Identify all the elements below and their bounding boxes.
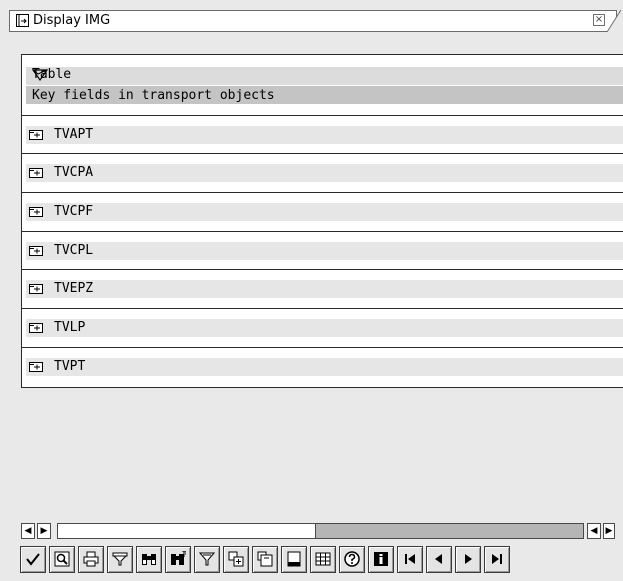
help-icon — [344, 551, 360, 567]
tree-header-description: Key fields in transport objects — [32, 88, 275, 103]
expand-node-icon[interactable] — [29, 283, 43, 294]
filter-icon — [112, 552, 128, 566]
close-icon: × — [594, 14, 604, 25]
first-page-button[interactable] — [397, 546, 423, 573]
find-button[interactable] — [49, 546, 75, 573]
table-icon — [315, 552, 331, 566]
scroll-left-button[interactable]: ◀ — [21, 523, 35, 539]
display-img-window: Display IMG × TVAPT TVCPA TVCPF TVCPL TV… — [0, 0, 623, 581]
expand-node-icon[interactable] — [29, 245, 43, 256]
next-page-icon — [465, 554, 472, 564]
save-button[interactable] — [281, 546, 307, 573]
scroll-left-button-2[interactable]: ◀ — [587, 523, 601, 539]
collapse-subtree-icon — [257, 551, 273, 567]
tree-node-label: TVAPT — [54, 127, 94, 142]
scroll-left-icon: ◀ — [590, 526, 598, 536]
close-button[interactable]: × — [593, 14, 605, 26]
tree-node-label: TVEPZ — [54, 281, 94, 296]
check-icon — [26, 553, 40, 566]
tree-node-label: TVCPA — [54, 165, 94, 180]
find-binoculars-icon — [142, 554, 156, 565]
tree-node-label: TVPT — [54, 359, 86, 374]
tree-header-title: Table — [32, 67, 72, 82]
next-page-button[interactable] — [455, 546, 481, 573]
tree-node-row[interactable]: TVCPF — [22, 192, 623, 230]
find-binoculars-button[interactable] — [136, 546, 162, 573]
last-page-button[interactable] — [484, 546, 510, 573]
scrollbar-thumb[interactable] — [58, 524, 316, 538]
find-icon — [54, 551, 70, 567]
print-button[interactable] — [78, 546, 104, 573]
scroll-right-button[interactable]: ▶ — [37, 523, 51, 539]
tree-node-row[interactable]: TVPT — [22, 347, 623, 385]
tree-node-row[interactable]: TVCPA — [22, 153, 623, 191]
help-button[interactable] — [339, 546, 365, 573]
row-band — [26, 164, 623, 182]
tree-node-row[interactable]: TVEPZ — [22, 269, 623, 307]
expand-subtree-icon — [228, 551, 244, 567]
expand-node-icon[interactable] — [29, 167, 43, 178]
info-icon — [374, 552, 388, 566]
save-icon — [287, 551, 301, 567]
tree-node-label: TVCPL — [54, 243, 94, 258]
title-bar: Display IMG × — [9, 10, 621, 32]
bottom-toolbar — [20, 546, 620, 576]
expand-node-icon[interactable] — [29, 322, 43, 333]
set-filter-button[interactable] — [194, 546, 220, 573]
expand-node-icon[interactable] — [29, 129, 43, 140]
find-next-button[interactable] — [165, 546, 191, 573]
scroll-left-icon: ◀ — [24, 526, 32, 536]
row-band — [26, 280, 623, 298]
tree-node-label: TVCPF — [54, 204, 94, 219]
row-band — [26, 319, 623, 337]
table-button[interactable] — [310, 546, 336, 573]
print-icon — [83, 551, 99, 567]
expand-node-icon[interactable] — [29, 361, 43, 372]
scrollbar-track[interactable] — [57, 523, 584, 539]
row-band — [26, 203, 623, 221]
scroll-right-button-2[interactable]: ▶ — [603, 523, 615, 539]
window-title: Display IMG — [33, 13, 111, 28]
find-next-icon — [171, 551, 186, 565]
row-divider — [22, 387, 623, 388]
set-filter-icon — [199, 552, 215, 566]
info-button[interactable] — [368, 546, 394, 573]
tree-panel: TVAPT TVCPA TVCPF TVCPL TVEPZ TVLP TVPT — [21, 54, 623, 388]
horizontal-scrollbar[interactable]: ◀ ▶ ◀ ▶ — [21, 523, 623, 540]
expand-node-icon[interactable] — [29, 206, 43, 217]
previous-page-icon — [435, 554, 442, 564]
scroll-right-icon: ▶ — [40, 526, 48, 536]
row-band — [26, 242, 623, 260]
expand-subtree-button[interactable] — [223, 546, 249, 573]
header-band-top — [26, 67, 623, 85]
tree-node-label: TVLP — [54, 320, 86, 335]
row-band — [26, 126, 623, 144]
collapse-subtree-button[interactable] — [252, 546, 278, 573]
title-corner-decoration — [607, 10, 621, 32]
tree-node-row[interactable]: TVAPT — [22, 115, 623, 153]
last-page-icon — [492, 554, 502, 564]
window-icon — [16, 14, 29, 27]
previous-page-button[interactable] — [426, 546, 452, 573]
check-button[interactable] — [20, 546, 46, 573]
tree-node-row[interactable]: TVCPL — [22, 231, 623, 269]
tree-node-row[interactable]: TVLP — [22, 308, 623, 346]
scroll-right-icon: ▶ — [605, 526, 613, 536]
filter-button[interactable] — [107, 546, 133, 573]
row-band — [26, 358, 623, 376]
first-page-icon — [405, 554, 415, 564]
